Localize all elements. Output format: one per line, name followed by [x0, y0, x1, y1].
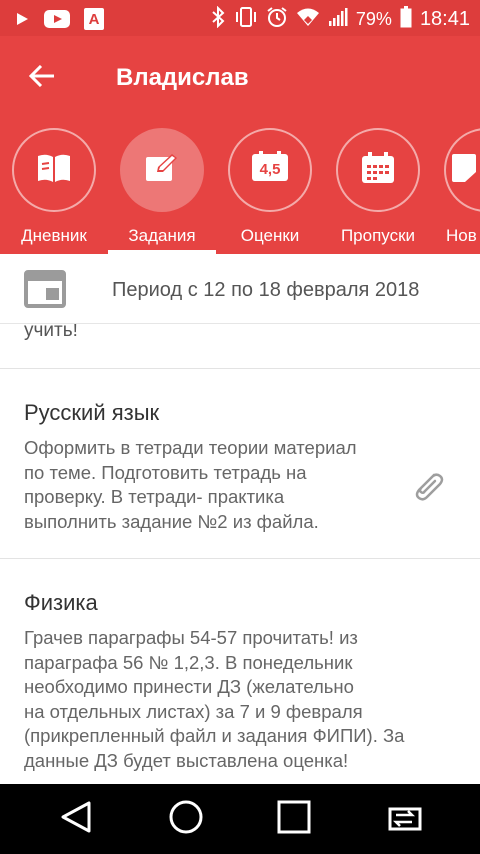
- play-icon: [14, 11, 30, 32]
- battery-percent: 79%: [355, 9, 392, 29]
- back-triangle-icon: [59, 800, 93, 839]
- text-line: необходимо принести ДЗ (желательно: [24, 676, 354, 697]
- divider: [0, 368, 480, 369]
- vibrate-icon: [234, 6, 258, 33]
- text-line: на отдельных листах) за 7 и 9 февраля: [24, 700, 363, 722]
- tab-label: Задания: [128, 226, 196, 245]
- assignment-text: Оформить в тетради теории материал по те…: [24, 436, 357, 534]
- text-line: проверку. В тетради- практика: [24, 486, 285, 507]
- page-title: Владислав: [116, 64, 249, 91]
- calendar-window-icon: [24, 270, 66, 308]
- period-text: Период с 12 по 18 февраля 2018: [112, 279, 420, 301]
- text-line: (прикрепленный файл и задания ФИПИ). За: [24, 725, 405, 746]
- text-line: данные ДЗ будет выставлена оценка!: [24, 749, 349, 771]
- divider: [0, 558, 480, 559]
- arrow-left-icon: [28, 64, 55, 92]
- subject-title: Русский язык: [24, 400, 160, 425]
- subject-title: Физика: [24, 590, 98, 615]
- clock: 18:41: [419, 8, 470, 30]
- tab-absences[interactable]: Пропуски: [326, 122, 430, 254]
- text-line: параграфа 56 № 1,2,3. В понедельник: [24, 651, 353, 673]
- battery-icon: [400, 6, 412, 33]
- nav-recents-button[interactable]: [264, 798, 324, 840]
- assignments-list[interactable]: учить! Русский язык Оформить в тетради т…: [0, 324, 480, 784]
- switch-apps-icon: [384, 803, 424, 836]
- bluetooth-icon: [210, 5, 226, 33]
- nav-switch-apps-button[interactable]: [374, 798, 434, 840]
- text-line: по теме. Подготовить тетрадь на: [24, 461, 307, 483]
- news-icon: [451, 152, 480, 189]
- section-tabs: Дневник Задания 4,5 Оценки Пропуски Нов: [0, 122, 480, 254]
- text-line: Оформить в тетради теории материал: [24, 437, 357, 458]
- paperclip-icon[interactable]: [410, 468, 446, 504]
- recents-square-icon: [277, 800, 311, 839]
- system-nav-bar: [0, 784, 480, 854]
- tab-label: Пропуски: [340, 226, 416, 245]
- tab-label: Нов: [446, 226, 477, 245]
- tab-label: Дневник: [21, 226, 87, 245]
- book-icon: [36, 152, 72, 189]
- text-line: Грачев параграфы 54-57 прочитать! из: [24, 627, 358, 648]
- wifi-icon: [296, 7, 320, 32]
- back-button[interactable]: [22, 58, 62, 98]
- tab-label: Оценки: [240, 226, 300, 245]
- grades-icon-text: 4,5: [260, 161, 281, 178]
- tab-diary[interactable]: Дневник: [2, 122, 106, 254]
- calendar-icon: [361, 151, 395, 189]
- app-toolbar: Владислав: [0, 36, 480, 122]
- svg-text:A: A: [89, 11, 100, 28]
- nav-back-button[interactable]: [46, 798, 106, 840]
- alarm-icon: [266, 6, 288, 33]
- home-circle-icon: [168, 799, 204, 840]
- text-line: выполнить задание №2 из файла.: [24, 510, 319, 532]
- youtube-icon: [44, 10, 70, 33]
- status-bar: A 79% 18:41: [0, 0, 480, 36]
- app-a-icon: A: [84, 8, 104, 35]
- edit-icon: [145, 153, 179, 188]
- period-selector[interactable]: Период с 12 по 18 февраля 2018: [0, 254, 480, 324]
- nav-home-button[interactable]: [156, 798, 216, 840]
- assignment-text: Грачев параграфы 54-57 прочитать! из пар…: [24, 626, 404, 773]
- partial-assignment-text: учить!: [24, 324, 78, 341]
- tab-grades[interactable]: 4,5 Оценки: [218, 122, 322, 254]
- grades-icon: 4,5: [251, 150, 289, 190]
- signal-icon: [328, 7, 348, 32]
- tab-tasks[interactable]: Задания: [110, 122, 214, 254]
- tab-news[interactable]: Нов: [434, 122, 480, 254]
